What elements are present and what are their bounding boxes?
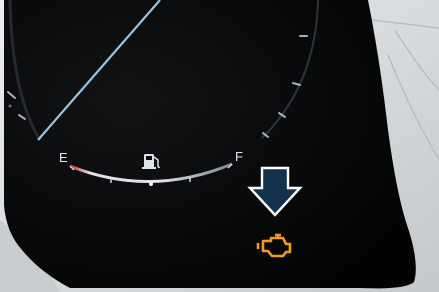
fuel-empty-label: E <box>59 150 68 165</box>
dashboard-panel <box>4 0 416 289</box>
fuel-level-marker <box>149 182 153 186</box>
fuel-full-label: F <box>235 149 243 164</box>
instrument-cluster-photo: E F <box>0 0 439 292</box>
